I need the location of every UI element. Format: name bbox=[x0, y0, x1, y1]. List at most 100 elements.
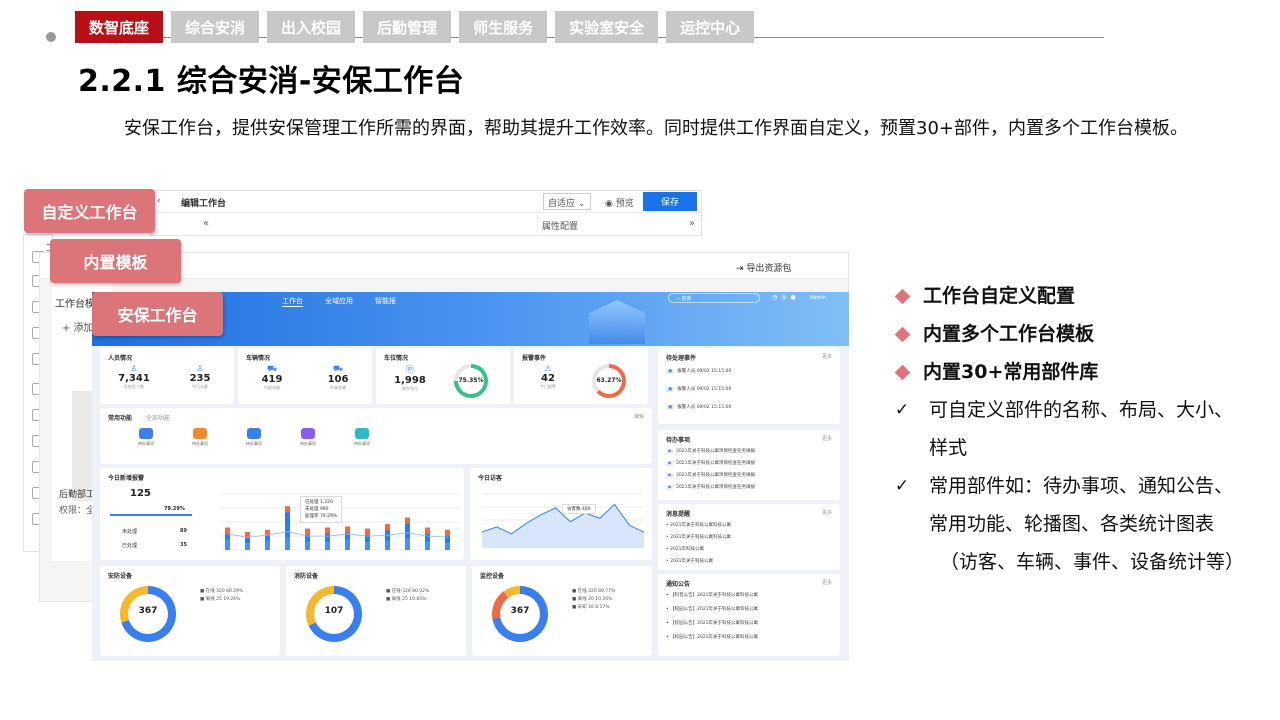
check-icon: ✓ bbox=[894, 400, 910, 420]
list-item[interactable]: • 【校园公告】2021年关于科技公寓科技公寓 bbox=[666, 606, 758, 612]
handle-rate-bar bbox=[110, 514, 192, 516]
card-title: 车位情况 bbox=[384, 355, 409, 362]
card-common-functions: 常用功能 全部功能 编辑 待办事项 待办事项 待办事项 待办事项 待办事项 bbox=[100, 408, 652, 464]
stat-parking: Ⓟ 1,998 剩余车位 bbox=[390, 364, 430, 392]
collapse-right-icon[interactable]: » bbox=[689, 218, 695, 229]
function-icon bbox=[247, 428, 261, 439]
dash-tab-workbench[interactable]: 工作台 bbox=[282, 296, 303, 307]
card-alarm: 报警事件 ⚠ 42 今日报警 63.27% bbox=[514, 348, 648, 404]
add-template-button[interactable]: + 添加 bbox=[62, 319, 94, 334]
editor-screenshot: ‹ 编辑工作台 自适应 ⌄ ◉ 预览 保存 « 属性配置 » bbox=[150, 190, 702, 236]
tag: ▪ bbox=[666, 473, 674, 478]
more-link[interactable]: 更多 bbox=[822, 435, 832, 442]
unhandled-value: 89 bbox=[180, 528, 187, 534]
dashboard-search-input[interactable]: ⌕ 搜索 bbox=[668, 293, 760, 303]
bar-segment bbox=[425, 542, 430, 550]
list-text: 2021年关于科技公寓项目检查任务填报 bbox=[676, 473, 756, 478]
back-icon[interactable]: ‹ bbox=[157, 196, 161, 206]
handle-rate: 79.29% bbox=[164, 506, 185, 512]
nav-tab-5[interactable]: 实验室安全 bbox=[555, 11, 659, 43]
stat-label: 今日访客 bbox=[192, 384, 208, 389]
parking-icon: Ⓟ bbox=[406, 365, 414, 374]
nav-tab-0[interactable]: 数智底座 bbox=[75, 11, 164, 43]
quick-function-item[interactable]: 待办事项 bbox=[242, 428, 266, 447]
donut-value: 367 bbox=[138, 606, 158, 616]
bar-top bbox=[365, 528, 370, 535]
bar-segment bbox=[285, 537, 290, 550]
function-label: 待办事项 bbox=[354, 441, 370, 446]
nav-tab-1[interactable]: 综合安消 bbox=[171, 11, 260, 43]
list-text: 2021年关于科技公寓 bbox=[670, 559, 714, 564]
card-title: 待办事项 bbox=[666, 437, 691, 444]
nav-tab-3[interactable]: 后勤管理 bbox=[363, 11, 452, 43]
tooltip-value: 400 bbox=[581, 507, 591, 512]
quick-function-item[interactable]: 待办事项 bbox=[350, 428, 374, 447]
quick-function-item[interactable]: 待办事项 bbox=[296, 428, 320, 447]
nav-tab-2[interactable]: 出入校园 bbox=[267, 11, 356, 43]
function-label: 待办事项 bbox=[300, 441, 316, 446]
feature-item: 内置30+常用部件库 bbox=[888, 353, 1268, 391]
card-title: 今日访客 bbox=[478, 475, 503, 482]
list-item[interactable]: ▪ 2021年关于科技公寓项目检查任务填报 bbox=[666, 484, 755, 490]
bar-top bbox=[285, 506, 290, 513]
search-placeholder: 搜索 bbox=[681, 296, 692, 302]
todo-item[interactable]: ▣ 报警人员 09/02 15:15:00 bbox=[666, 368, 731, 374]
save-button[interactable]: 保存 bbox=[643, 192, 697, 211]
edit-link[interactable]: 编辑 bbox=[634, 413, 644, 420]
all-functions-link[interactable]: 全部功能 bbox=[146, 413, 170, 422]
nav-tab-4[interactable]: 师生服务 bbox=[459, 11, 548, 43]
tooltip-value: 79.29% bbox=[319, 514, 338, 519]
bar-segment bbox=[365, 542, 370, 550]
quick-function-item[interactable]: 待办事项 bbox=[134, 428, 158, 447]
list-item[interactable]: • 【科普公告】2021年关于科技公寓科技公寓 bbox=[666, 592, 758, 598]
card-monitor-devices: 监控设备 367 ■ 在线 320 80.77% ■ 离线 20 10.20% ■ … bbox=[472, 566, 652, 656]
stat-label: 在校总人数 bbox=[124, 384, 144, 389]
collapse-left-icon[interactable]: « bbox=[203, 218, 209, 229]
feature-text: 常用功能、轮播图、各类统计图表 bbox=[929, 513, 1215, 535]
bullet-dot bbox=[46, 32, 56, 42]
bar-top bbox=[405, 517, 410, 524]
feature-item: 内置多个工作台模板 bbox=[888, 315, 1268, 353]
todo-item[interactable]: ▣ 报警人员 09/02 15:15:00 bbox=[666, 386, 731, 392]
bar-top bbox=[445, 529, 450, 536]
tooltip-key: 访客数 bbox=[567, 507, 581, 512]
todo-item[interactable]: ▣ 报警人员 09/02 15:15:00 bbox=[666, 404, 731, 410]
feature-item: ✓ 可自定义部件的名称、布局、大小、 bbox=[888, 391, 1268, 429]
user-name[interactable]: Admin bbox=[810, 295, 826, 301]
bar-top bbox=[305, 528, 310, 535]
nav-tab-6[interactable]: 运控中心 bbox=[666, 11, 755, 43]
function-label: 待办事项 bbox=[192, 441, 208, 446]
feature-item: 工作台自定义配置 bbox=[888, 277, 1268, 315]
header-icons[interactable]: ◔◎● bbox=[772, 294, 800, 301]
list-text: 2021年关于科技公寓项目检查任务填报 bbox=[676, 485, 756, 490]
tag: ▪ bbox=[666, 485, 674, 490]
preview-label: 预览 bbox=[615, 199, 634, 209]
list-item[interactable]: • 【校园公告】2021年关于科技公寓科技公寓 bbox=[666, 634, 758, 640]
list-item[interactable]: • 2021年关于科技公寓科技公寓 bbox=[666, 522, 731, 528]
card-fire-devices: 消防设备 107 ■ 在线 320 80.32% ■ 离线 25 10.85% bbox=[286, 566, 466, 656]
more-link[interactable]: 更多 bbox=[822, 509, 832, 516]
more-link[interactable]: 更多 bbox=[822, 579, 832, 586]
page-description: 安保工作台，提供安保管理工作所需的界面，帮助其提升工作效率。同时提供工作界面自定… bbox=[124, 118, 1188, 139]
card-people: 人员情况 ♙ 7,341 在校总人数 ♙ 235 今日访客 bbox=[100, 348, 234, 404]
list-item[interactable]: • 【校园公告】2021年关于科技公寓科技公寓 bbox=[666, 620, 758, 626]
list-item[interactable]: • 2021年关于科技公寓科技公寓 bbox=[666, 534, 731, 540]
list-item[interactable]: ▪ 2021年关于科技公寓项目检查任务填报 bbox=[666, 472, 755, 478]
list-item[interactable]: • 2021年关于科技公寓 bbox=[666, 558, 713, 564]
export-button[interactable]: ⇥ 导出资源包 bbox=[736, 261, 791, 274]
tag: ▣ bbox=[666, 387, 675, 392]
list-item[interactable]: ▪ 2021年关于科技公寓项目检查任务填报 bbox=[666, 448, 755, 454]
card-vehicle: 车辆情况 ⛟ 419 内部车辆 ⛟ 106 外来车辆 bbox=[238, 348, 372, 404]
layout-select[interactable]: 自适应 ⌄ bbox=[543, 193, 591, 210]
dash-tab-report[interactable]: 智能报 bbox=[375, 296, 396, 307]
tooltip-key: 处理率 bbox=[305, 514, 319, 519]
stat-label: 剩余车位 bbox=[402, 386, 418, 391]
preview-button[interactable]: ◉ 预览 bbox=[605, 196, 634, 209]
card-tasks: 待办事项 更多 ▪ 2021年关于科技公寓项目检查任务填报 ▪ 2021年关于科技公寓… bbox=[658, 430, 840, 500]
more-link[interactable]: 更多 bbox=[822, 353, 832, 360]
list-item[interactable]: • 2021年科技公寓 bbox=[666, 546, 704, 552]
quick-function-item[interactable]: 待办事项 bbox=[188, 428, 212, 447]
dash-tab-apps[interactable]: 全域应用 bbox=[325, 296, 353, 307]
list-item[interactable]: ▪ 2021年关于科技公寓项目检查任务填报 bbox=[666, 460, 755, 466]
bar-segment bbox=[225, 539, 230, 550]
